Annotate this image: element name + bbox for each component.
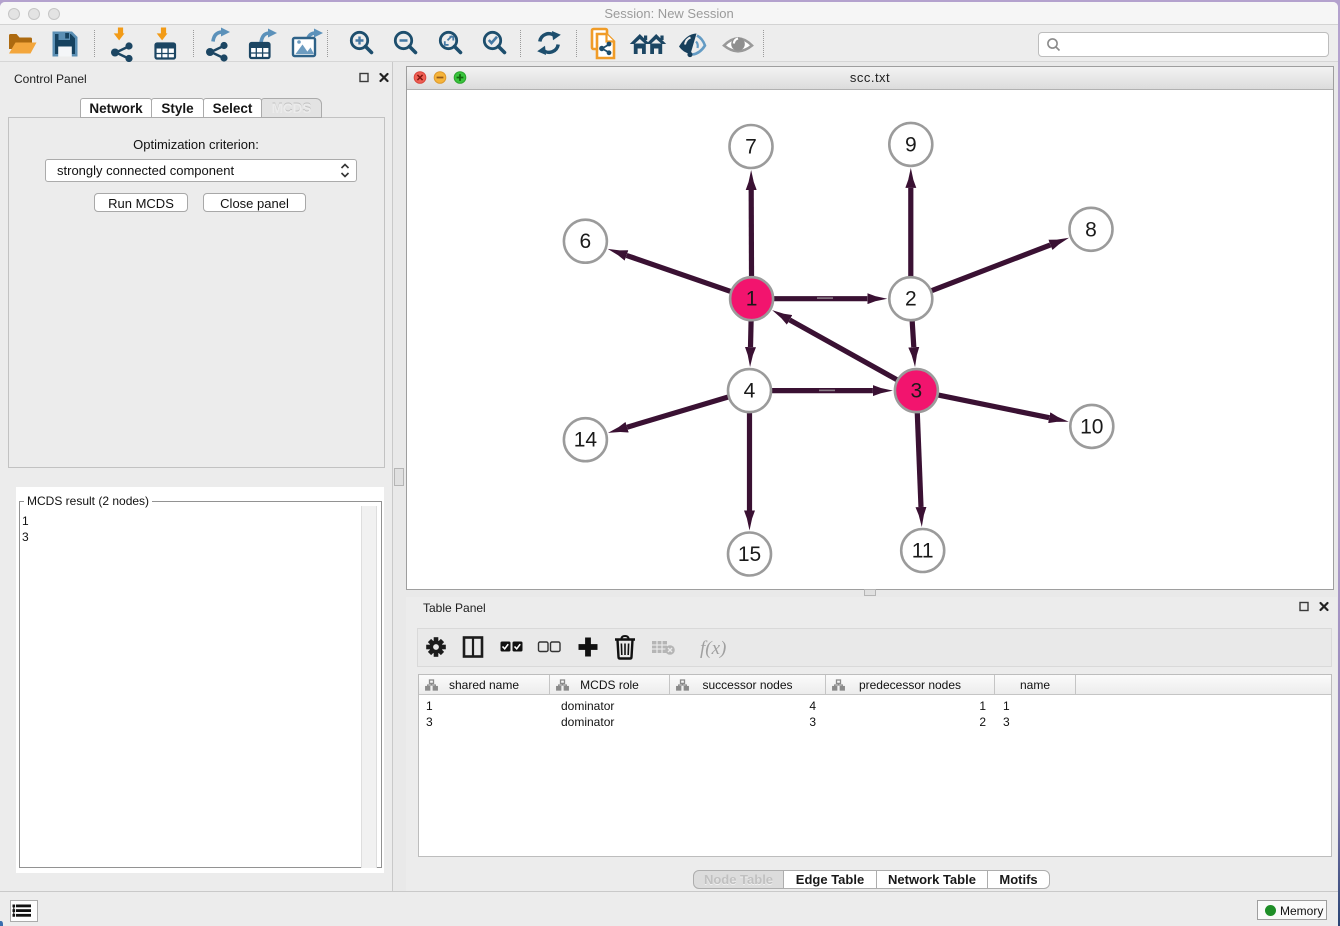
svg-text:14: 14 [574,429,598,452]
svg-text:3: 3 [911,380,923,403]
svg-text:f(x): f(x) [700,638,726,659]
svg-text:2: 2 [905,288,917,311]
svg-text:9: 9 [905,133,917,156]
svg-text:4: 4 [744,380,756,403]
svg-text:1: 1 [746,288,758,311]
svg-text:10: 10 [1080,415,1103,438]
svg-text:11: 11 [912,540,934,563]
svg-text:8: 8 [1085,218,1097,241]
svg-text:6: 6 [580,230,592,253]
svg-text:15: 15 [738,543,761,566]
svg-text:7: 7 [745,136,757,159]
